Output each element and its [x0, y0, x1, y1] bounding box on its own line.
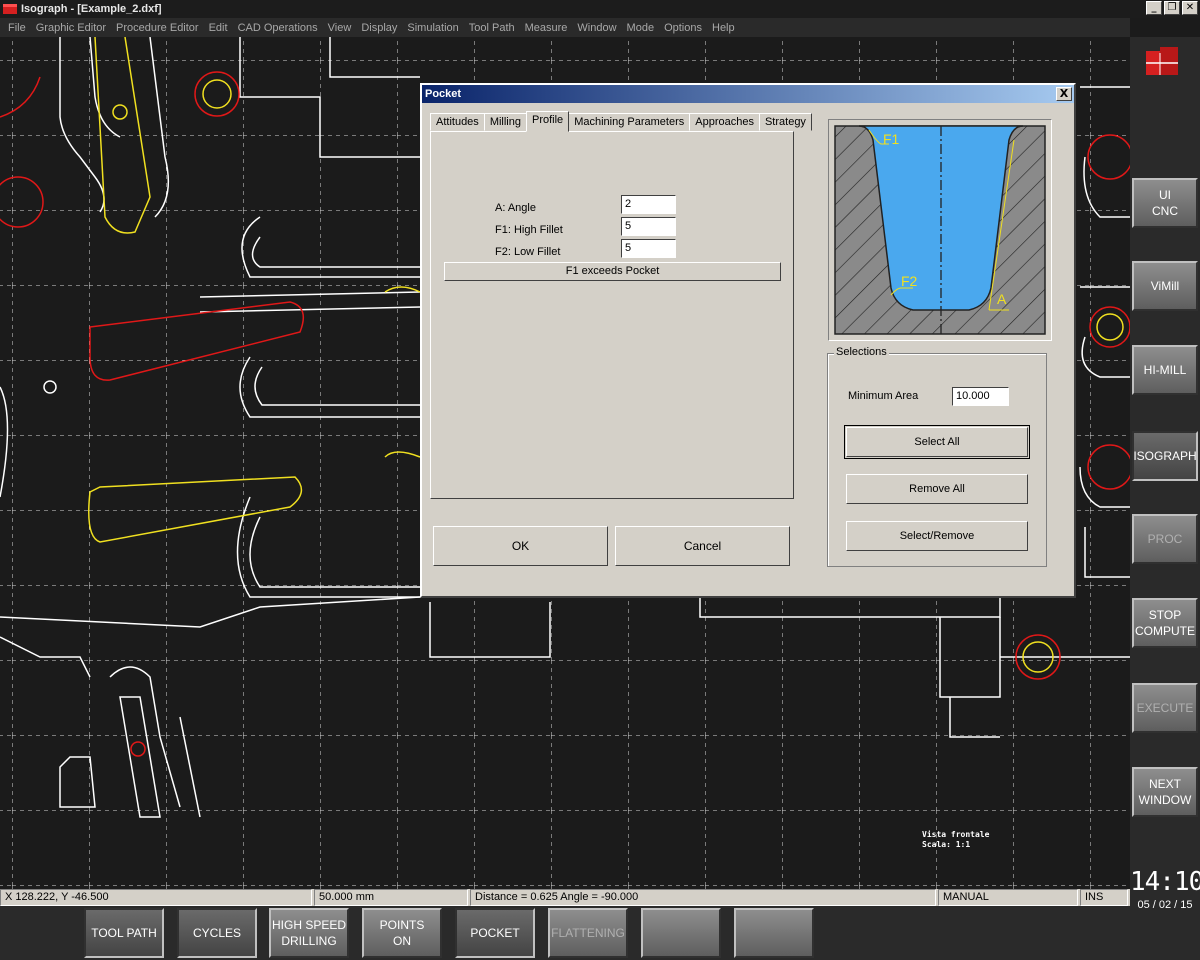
select-all-button[interactable]: Select All — [844, 425, 1030, 459]
tab-attitudes[interactable]: Attitudes — [430, 113, 485, 131]
side-button-hi-mill[interactable]: HI-MILL — [1132, 345, 1198, 395]
select-remove-button[interactable]: Select/Remove — [846, 521, 1028, 551]
pocket-dialog: Pocket X Attitudes Milling Profile Machi… — [420, 83, 1076, 598]
tab-strategy[interactable]: Strategy — [758, 113, 812, 131]
drawing-note-scale: Scala: 1:1 — [922, 840, 970, 849]
bottom-toolbar: TOOL PATH CYCLES HIGH SPEED DRILLING POI… — [0, 906, 1130, 960]
low-fillet-label: F2: Low Fillet — [495, 246, 561, 258]
empty-button-1[interactable] — [641, 908, 721, 958]
dialog-title: Pocket — [425, 88, 462, 100]
tab-profile[interactable]: Profile — [526, 111, 570, 132]
menu-file[interactable]: File — [3, 22, 31, 34]
minimum-area-label: Minimum Area — [848, 390, 919, 402]
status-ins: INS — [1080, 889, 1128, 906]
ok-button[interactable]: OK — [433, 526, 608, 566]
dialog-title-bar[interactable]: Pocket X — [422, 85, 1074, 103]
menu-window[interactable]: Window — [572, 22, 621, 34]
status-mode: MANUAL — [938, 889, 1078, 906]
menu-cad-operations[interactable]: CAD Operations — [233, 22, 323, 34]
warning-bar[interactable]: F1 exceeds Pocket — [444, 262, 781, 281]
f1-label: F1 — [883, 131, 900, 147]
points-on-button[interactable]: POINTS ON — [362, 908, 442, 958]
menu-display[interactable]: Display — [356, 22, 402, 34]
tab-approaches[interactable]: Approaches — [689, 113, 760, 131]
status-coordinates: X 128.222, Y -46.500 — [0, 889, 312, 906]
menu-options[interactable]: Options — [659, 22, 707, 34]
flattening-button[interactable]: FLATTENING — [548, 908, 628, 958]
dialog-close-button[interactable]: X — [1056, 87, 1072, 101]
status-bar: X 128.222, Y -46.500 50.000 mm Distance … — [0, 889, 1130, 906]
a-label: A — [997, 291, 1007, 307]
pocket-profile-diagram: F1 F2 A — [834, 125, 1046, 335]
status-measure: Distance = 0.625 Angle = -90.000 — [470, 889, 936, 906]
menu-bar: File Graphic Editor Procedure Editor Edi… — [0, 18, 1130, 37]
side-button-proc[interactable]: PROC — [1132, 514, 1198, 564]
menu-mode[interactable]: Mode — [622, 22, 660, 34]
high-fillet-input[interactable]: 5 — [621, 217, 676, 236]
menu-tool-path[interactable]: Tool Path — [464, 22, 520, 34]
selections-legend: Selections — [834, 346, 889, 358]
menu-graphic-editor[interactable]: Graphic Editor — [31, 22, 111, 34]
tool-path-button[interactable]: TOOL PATH — [84, 908, 164, 958]
title-bar: Isograph - [Example_2.dxf] _ ❐ ✕ — [0, 0, 1200, 18]
cycles-button[interactable]: CYCLES — [177, 908, 257, 958]
app-icon — [3, 4, 17, 14]
minimize-button[interactable]: _ — [1146, 1, 1162, 15]
close-window-button[interactable]: ✕ — [1182, 1, 1198, 15]
pocket-button[interactable]: POCKET — [455, 908, 535, 958]
menu-procedure-editor[interactable]: Procedure Editor — [111, 22, 204, 34]
menu-view[interactable]: View — [323, 22, 357, 34]
drawing-note-view: Vista frontale — [922, 829, 990, 839]
clock-date: 05 / 02 / 15 — [1137, 899, 1193, 911]
dialog-tabs: Attitudes Milling Profile Machining Para… — [430, 111, 812, 132]
side-button-execute[interactable]: EXECUTE — [1132, 683, 1198, 733]
menu-simulation[interactable]: Simulation — [402, 22, 463, 34]
selections-group: Selections Minimum Area 10.000 Select Al… — [827, 346, 1047, 567]
high-fillet-label: F1: High Fillet — [495, 224, 563, 236]
menu-edit[interactable]: Edit — [204, 22, 233, 34]
minimum-area-input[interactable]: 10.000 — [952, 387, 1009, 406]
side-button-stop-compute[interactable]: STOP COMPUTE — [1132, 598, 1198, 648]
empty-button-2[interactable] — [734, 908, 814, 958]
remove-all-button[interactable]: Remove All — [846, 474, 1028, 504]
side-button-ui-cnc[interactable]: UI CNC — [1132, 178, 1198, 228]
status-grid-size: 50.000 mm — [314, 889, 468, 906]
right-tool-panel: UI CNC ViMill HI-MILL ISOGRAPH PROC STOP… — [1130, 37, 1200, 960]
low-fillet-input[interactable]: 5 — [621, 239, 676, 258]
profile-tab-panel: A: Angle 2 F1: High Fillet 5 F2: Low Fil… — [430, 131, 794, 499]
clock-time: 14:10 — [1130, 867, 1200, 897]
angle-input[interactable]: 2 — [621, 195, 676, 214]
restore-button[interactable]: ❐ — [1164, 1, 1180, 15]
window-title: Isograph - [Example_2.dxf] — [21, 3, 162, 15]
angle-label: A: Angle — [495, 202, 536, 214]
high-speed-drilling-button[interactable]: HIGH SPEED DRILLING — [269, 908, 349, 958]
f2-label: F2 — [901, 273, 918, 289]
menu-help[interactable]: Help — [707, 22, 740, 34]
side-button-next-window[interactable]: NEXT WINDOW — [1132, 767, 1198, 817]
side-button-isograph[interactable]: ISOGRAPH — [1132, 431, 1198, 481]
tab-machining-parameters[interactable]: Machining Parameters — [568, 113, 691, 131]
cancel-button[interactable]: Cancel — [615, 526, 790, 566]
profile-preview: F1 F2 A — [828, 119, 1052, 341]
brand-logo-icon — [1146, 47, 1178, 75]
side-button-vimill[interactable]: ViMill — [1132, 261, 1198, 311]
menu-measure[interactable]: Measure — [520, 22, 573, 34]
tab-milling[interactable]: Milling — [483, 113, 527, 131]
